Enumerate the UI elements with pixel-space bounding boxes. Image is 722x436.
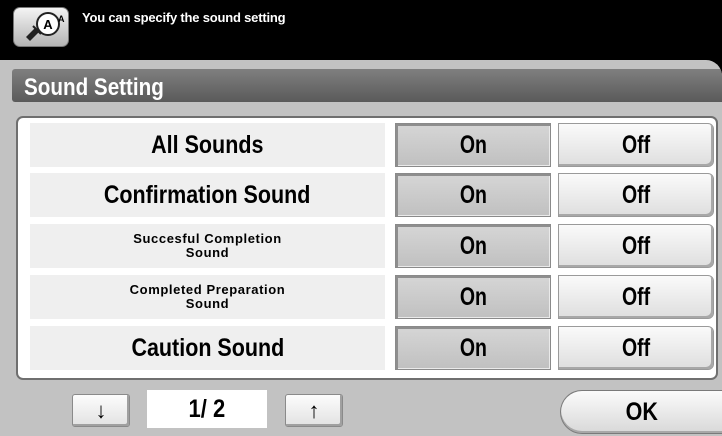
arrow-up-icon: ↑: [308, 397, 320, 423]
sound-setting-icon-graphic: A A: [26, 12, 65, 41]
header-message: You can specify the sound setting: [82, 10, 286, 25]
caution-sound-on-button[interactable]: On: [395, 326, 551, 370]
page-down-button[interactable]: ↓: [72, 394, 130, 427]
settings-list: All Sounds On Off Confirmation Sound On …: [16, 116, 718, 380]
sound-setting-icon[interactable]: A A: [13, 7, 69, 47]
page-up-button[interactable]: ↑: [285, 394, 343, 427]
row-label: All Sounds: [30, 123, 385, 167]
completed-preparation-on-button[interactable]: On: [395, 275, 551, 319]
successful-completion-on-button[interactable]: On: [395, 224, 551, 268]
svg-text:A: A: [58, 14, 65, 24]
confirmation-sound-off-button[interactable]: Off: [558, 173, 714, 217]
row-all-sounds: All Sounds On Off: [30, 123, 714, 167]
page-title: Sound Setting: [24, 74, 164, 101]
row-caution-sound: Caution Sound On Off: [30, 326, 714, 370]
row-label: Confirmation Sound: [30, 173, 385, 217]
main-panel: Sound Setting All Sounds On Off Confirma…: [0, 60, 722, 436]
successful-completion-off-button[interactable]: Off: [558, 224, 714, 268]
all-sounds-on-button[interactable]: On: [395, 123, 551, 167]
arrow-down-icon: ↓: [95, 397, 107, 423]
row-confirmation-sound: Confirmation Sound On Off: [30, 173, 714, 217]
ok-button[interactable]: OK: [560, 390, 722, 434]
row-label: Caution Sound: [30, 326, 385, 370]
page-indicator: 1/ 2: [147, 390, 267, 428]
row-label: Succesful Completion Sound: [30, 224, 385, 268]
svg-text:A: A: [43, 17, 53, 32]
row-successful-completion-sound: Succesful Completion Sound On Off: [30, 224, 714, 268]
row-completed-preparation-sound: Completed Preparation Sound On Off: [30, 275, 714, 319]
row-label: Completed Preparation Sound: [30, 275, 385, 319]
caution-sound-off-button[interactable]: Off: [558, 326, 714, 370]
confirmation-sound-on-button[interactable]: On: [395, 173, 551, 217]
all-sounds-off-button[interactable]: Off: [558, 123, 714, 167]
title-bar: Sound Setting: [12, 69, 722, 102]
completed-preparation-off-button[interactable]: Off: [558, 275, 714, 319]
header-bar: A A You can specify the sound setting: [0, 0, 722, 60]
